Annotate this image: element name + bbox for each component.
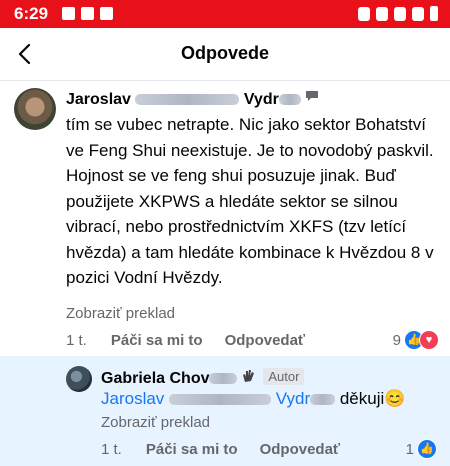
alarm-icon (358, 7, 370, 21)
reaction-count: 9 (392, 331, 401, 349)
comment-actions: 1 t. Páči sa mi to Odpovedať (66, 332, 305, 349)
like-icon: 👍 (417, 439, 437, 459)
author-last-name: Vydr (243, 91, 279, 108)
reply-author[interactable]: Gabriela Chov Autor (101, 368, 305, 388)
avatar[interactable] (14, 88, 56, 130)
reply-button[interactable]: Odpovedať (260, 441, 341, 458)
avatar[interactable] (66, 366, 92, 392)
blurred-name (169, 394, 272, 406)
blurred-name (209, 373, 238, 385)
reply-message: děkuji (339, 389, 385, 408)
author-badge: Autor (263, 368, 305, 385)
blurred-name (278, 94, 301, 106)
notification-icons (62, 7, 113, 20)
translate-link[interactable]: Zobraziť preklad (66, 305, 175, 322)
reaction-count: 1 (405, 440, 414, 458)
check-icon (100, 7, 113, 20)
translate-link[interactable]: Zobraziť preklad (101, 414, 210, 431)
reactions[interactable]: 9 👍 ♥ (393, 330, 439, 350)
author-first-name: Gabriela (101, 370, 166, 387)
comment: Jaroslav Vydr tím se vubec netrapte. Nic… (0, 81, 450, 355)
blurred-name (135, 94, 240, 106)
page-title: Odpovede (180, 43, 269, 63)
comment-paragraph: tím se vubec netrapte. Nic jako sektor B… (66, 115, 434, 160)
gallery-icon (62, 7, 75, 20)
wave-hand-icon (242, 370, 254, 382)
heart-icon: ♥ (419, 330, 439, 350)
header: Odpovede (0, 28, 450, 81)
mention-link[interactable]: Jaroslav Vydr (101, 389, 336, 408)
mention-last-name: Vydr (275, 389, 311, 408)
comment-paragraph: Hojnost se ve feng shui posuzuje jinak. … (66, 166, 434, 287)
wifi-icon (394, 7, 406, 21)
reply-button[interactable]: Odpovedať (225, 332, 306, 349)
battery-icon (430, 6, 438, 21)
reply-text: Jaroslav Vydr děkuji😊 (101, 389, 405, 409)
comment-text: tím se vubec netrapte. Nic jako sektor B… (66, 112, 441, 291)
system-icons (358, 6, 438, 21)
mute-icon (376, 7, 388, 21)
reply-time: 1 t. (101, 441, 122, 458)
reply-actions: 1 t. Páči sa mi to Odpovedať (101, 441, 340, 458)
status-bar: 6:29 (0, 0, 450, 28)
status-time: 6:29 (14, 4, 49, 23)
speech-bubble-icon (306, 91, 319, 101)
mention-first-name: Jaroslav (101, 389, 165, 408)
like-button[interactable]: Páči sa mi to (111, 332, 203, 349)
reply-comment: Gabriela Chov Autor Jaroslav Vydr děkuji… (0, 356, 450, 466)
blurred-name (310, 394, 336, 406)
smile-emoji: 😊 (384, 389, 406, 408)
comment-time: 1 t. (66, 332, 87, 349)
reactions[interactable]: 1 👍 (406, 439, 437, 459)
author-first-name: Jaroslav (66, 91, 131, 108)
author-last-name: Chov (169, 370, 210, 387)
signal-icon (412, 7, 424, 21)
comment-author[interactable]: Jaroslav Vydr (66, 90, 319, 109)
like-button[interactable]: Páči sa mi to (146, 441, 238, 458)
messenger-icon (81, 7, 94, 20)
